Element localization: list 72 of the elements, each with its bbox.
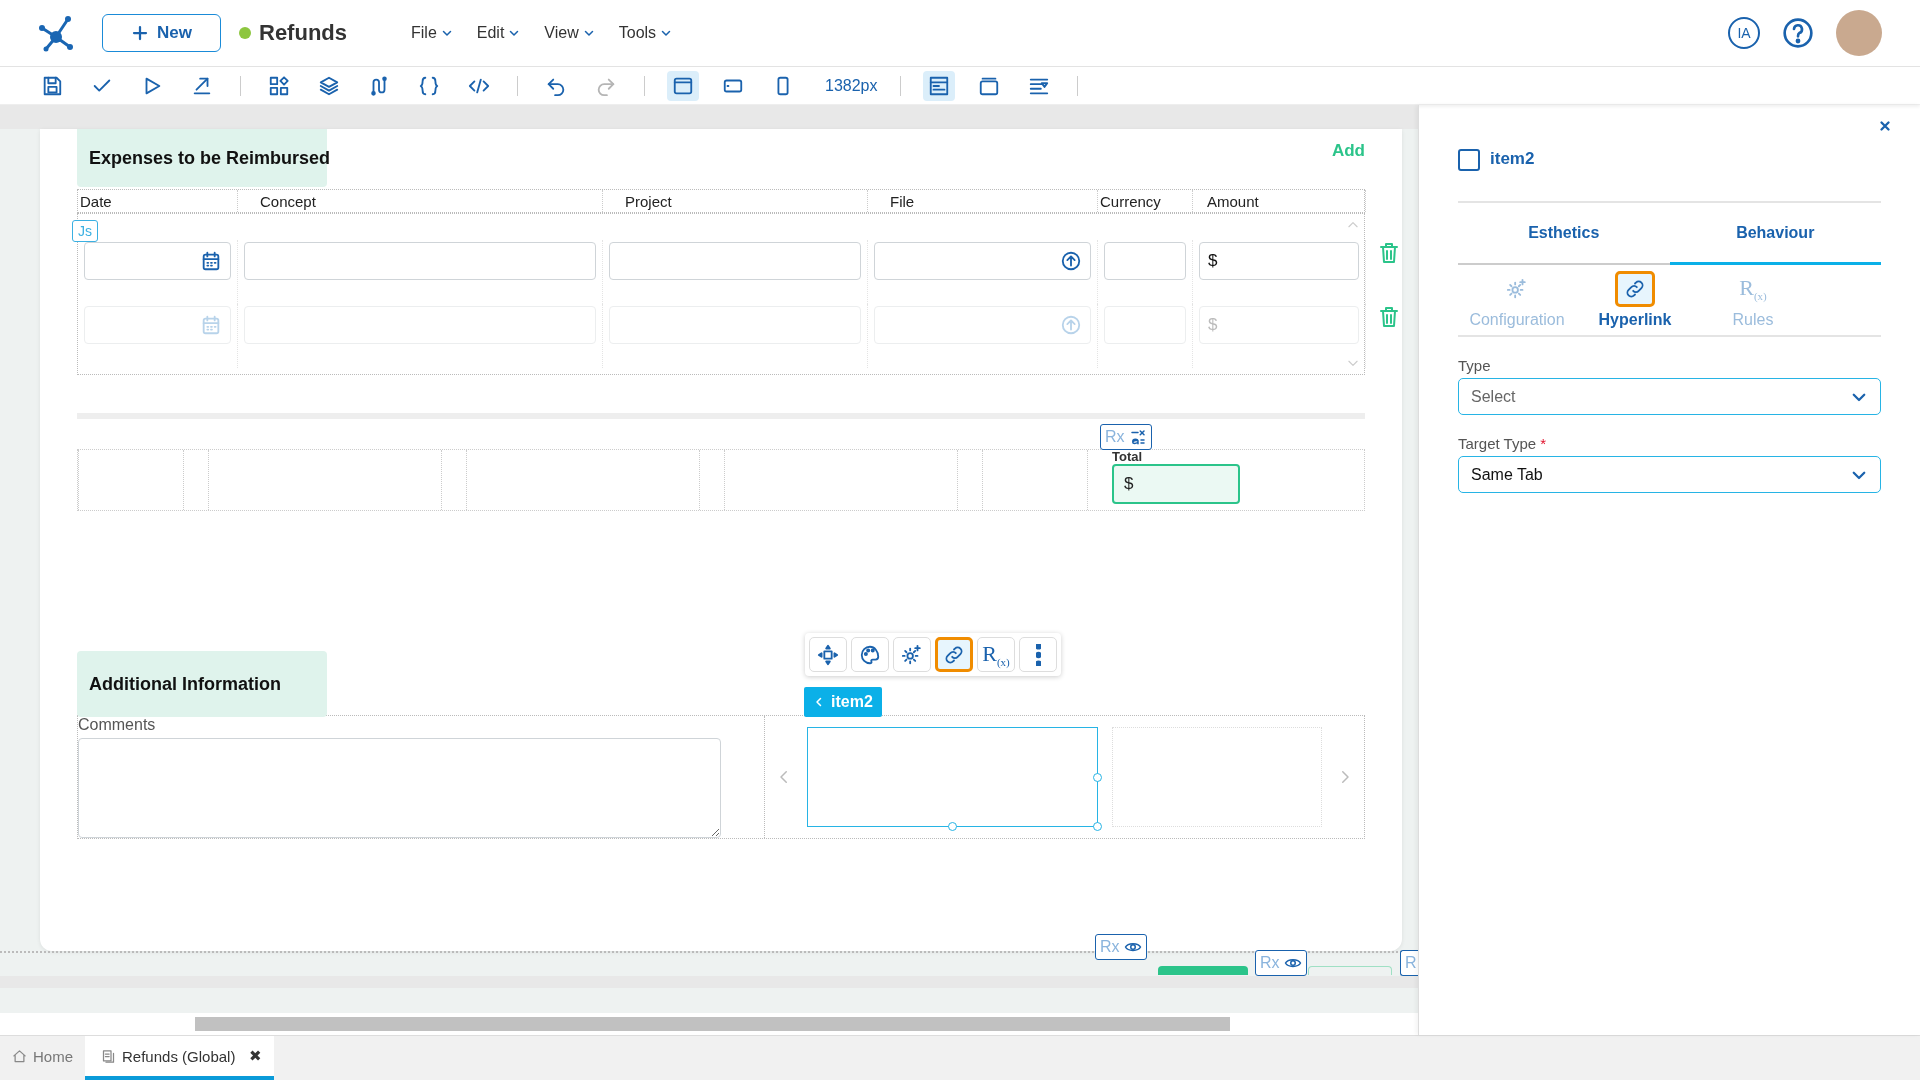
column-header: Concept <box>238 190 603 212</box>
section-title: Additional Information <box>89 673 281 695</box>
date-field[interactable] <box>84 242 231 280</box>
desktop-view-button[interactable] <box>667 70 699 101</box>
more-button[interactable] <box>1019 637 1057 672</box>
move-arrows-button[interactable] <box>809 637 847 672</box>
layers-icon <box>318 74 340 97</box>
app-title: Refunds <box>259 20 347 46</box>
column-header: Project <box>603 190 868 212</box>
comments-label: Comments <box>78 716 157 734</box>
subtab[interactable]: Hyperlink <box>1576 271 1694 335</box>
rules-button[interactable]: R$_{(x)}$ <box>977 637 1015 672</box>
more-icon <box>1035 643 1041 666</box>
palette-button[interactable] <box>851 637 889 672</box>
column-header: Amount <box>1193 190 1366 212</box>
bottom-tab[interactable]: Refunds (Global) ✖ <box>85 1036 275 1080</box>
flow-icon <box>368 74 390 97</box>
total-label: Total <box>1112 449 1143 464</box>
menu-item[interactable]: Edit <box>476 24 521 42</box>
comments-field[interactable] <box>78 738 721 838</box>
house-icon <box>12 1048 27 1064</box>
calendar-icon <box>200 250 222 272</box>
formula-icon <box>1128 428 1147 446</box>
select-field[interactable]: Same Tab <box>1458 456 1881 493</box>
upload-icon <box>1060 250 1082 272</box>
project-field[interactable] <box>609 242 861 280</box>
help-icon[interactable] <box>1782 17 1814 49</box>
section-title: Expenses to be Reimbursed <box>89 147 331 169</box>
resize-handle[interactable] <box>1093 822 1102 831</box>
menu-item[interactable]: Tools <box>618 24 673 42</box>
calendar-icon <box>200 314 222 336</box>
move-arrows-icon <box>817 643 839 666</box>
settings-icon <box>901 643 923 666</box>
new-button[interactable]: New <box>102 14 221 52</box>
field-label: Type <box>1458 357 1492 374</box>
settings-button[interactable] <box>893 637 931 672</box>
item-checkbox-icon <box>1458 149 1480 171</box>
close-icon[interactable] <box>1878 119 1892 133</box>
column-header: Currency <box>1098 190 1193 212</box>
components-grid-icon <box>268 74 290 97</box>
bottom-tab[interactable]: Home <box>0 1036 85 1080</box>
menu-item[interactable]: View <box>544 24 595 42</box>
ia-button[interactable]: IA <box>1728 17 1760 49</box>
plus-icon <box>131 24 149 42</box>
column-header: Date <box>78 190 238 212</box>
currency-field[interactable] <box>1104 242 1186 280</box>
file-field[interactable] <box>874 242 1091 280</box>
braces-icon <box>418 74 440 97</box>
panel-tab[interactable]: Behaviour <box>1669 203 1881 265</box>
resize-handle[interactable] <box>1093 773 1102 782</box>
upload-icon <box>1060 314 1082 336</box>
app-logo-icon[interactable] <box>36 13 76 53</box>
width-reading: 1382px <box>825 76 878 95</box>
document-icon <box>101 1048 116 1064</box>
amount-field[interactable]: $ <box>1199 242 1359 280</box>
field-label: Target Type * <box>1458 435 1548 452</box>
menu-item[interactable]: File <box>411 24 453 42</box>
link-button[interactable] <box>935 637 973 672</box>
concept-field[interactable] <box>244 242 596 280</box>
total-field[interactable]: $ <box>1112 464 1240 504</box>
save-icon <box>41 74 63 97</box>
panel-layout-icon <box>927 74 950 97</box>
palette-icon <box>859 643 881 666</box>
select-field[interactable]: Select <box>1458 378 1881 415</box>
link-icon <box>1624 278 1646 300</box>
settings-icon <box>1506 278 1528 300</box>
panel-layout-button[interactable] <box>922 70 955 101</box>
resize-handle[interactable] <box>948 822 957 831</box>
column-header: File <box>868 190 1098 212</box>
close-tab-button[interactable]: ✖ <box>249 1047 263 1065</box>
item-name: item2 <box>1490 149 1535 169</box>
panel-tab[interactable]: Esthetics <box>1458 203 1670 265</box>
